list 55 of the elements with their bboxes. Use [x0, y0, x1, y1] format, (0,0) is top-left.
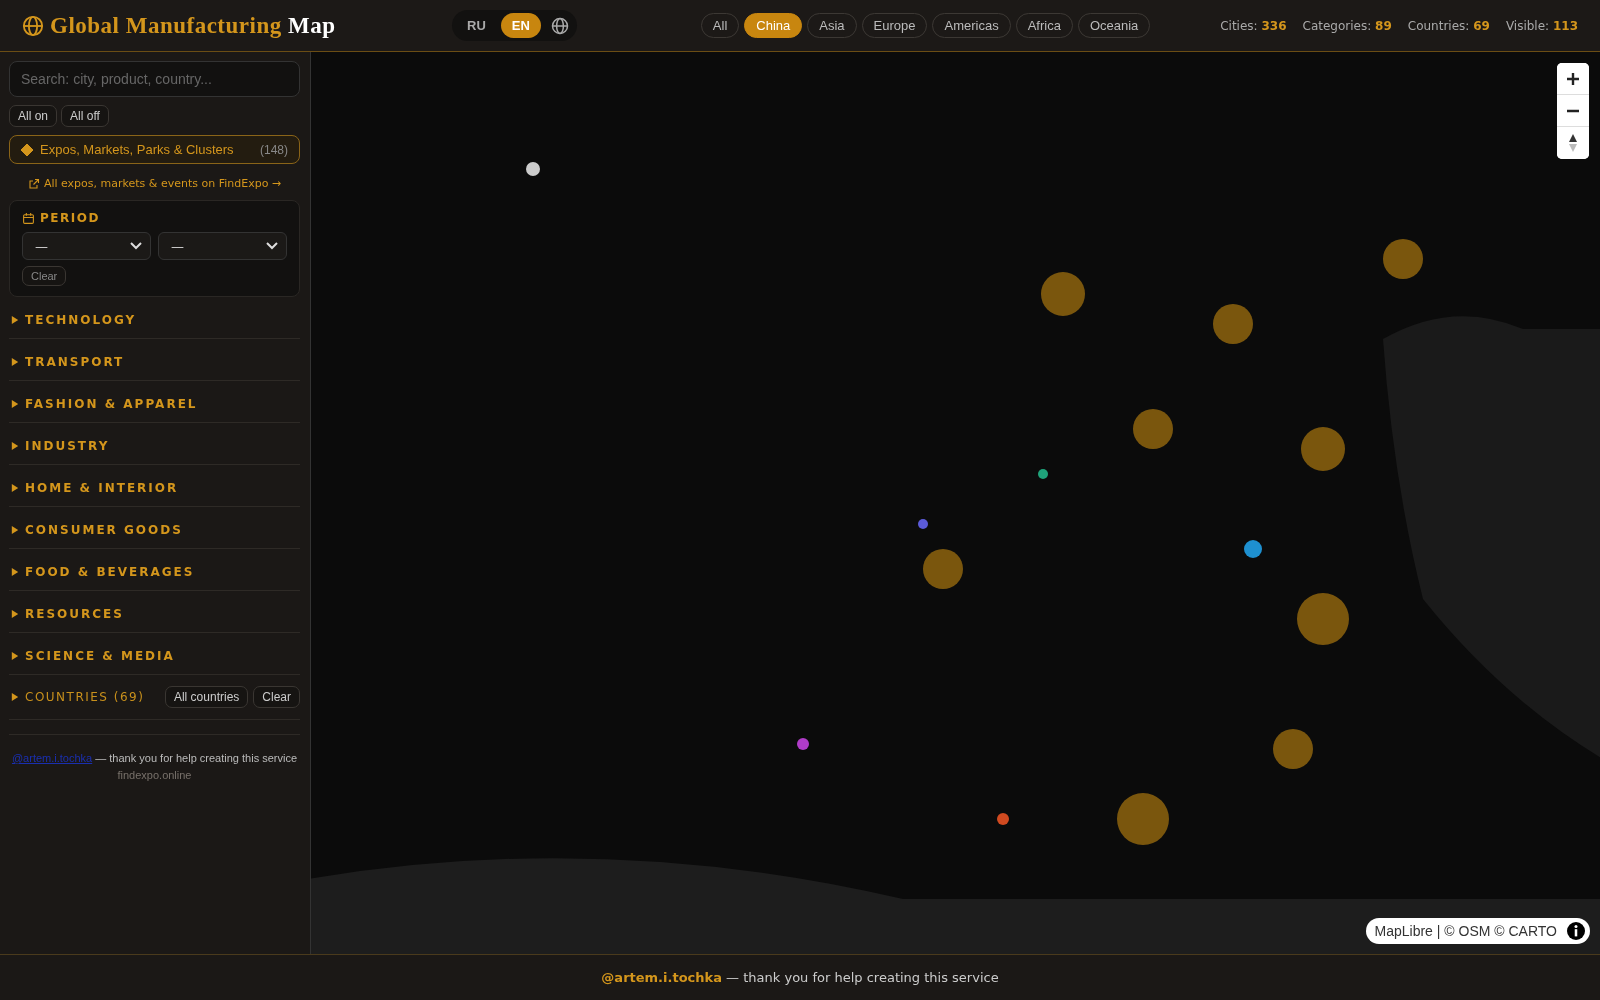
category-header[interactable]: TRANSPORT — [9, 339, 300, 381]
clear-button[interactable]: Clear — [22, 266, 67, 286]
zoom-in-button[interactable] — [1557, 63, 1589, 95]
caret-icon — [11, 525, 19, 534]
calendar-icon — [22, 211, 35, 225]
countries-button[interactable]: Clear — [253, 686, 300, 708]
caret-icon — [11, 399, 19, 408]
compass-icon — [1568, 133, 1578, 153]
countries-button[interactable]: All countries — [164, 686, 249, 708]
caret-icon — [11, 651, 19, 660]
layer-label: Expos, Markets, Parks & Clusters — [40, 142, 234, 157]
layer-toggle[interactable]: Expos, Markets, Parks & Clusters (148) — [9, 135, 300, 164]
author-link[interactable]: @artem.i.tochka — [601, 970, 722, 985]
caret-icon — [11, 315, 19, 324]
category-header[interactable]: FASHION & APPAREL — [9, 381, 300, 423]
layer-count: (148) — [260, 142, 288, 157]
site-text: findexpo.online — [116, 769, 193, 781]
search-field[interactable]: Search: city, product, country... — [9, 61, 300, 97]
period-select[interactable]: — — [158, 232, 287, 260]
countries-header[interactable]: COUNTRIES (69) — [9, 690, 145, 704]
language-button[interactable]: RU — [456, 13, 497, 38]
category-header[interactable]: RESOURCES — [9, 591, 300, 633]
stat-text: Cities: 336 — [1220, 18, 1287, 33]
chevron-icon — [130, 242, 142, 250]
toggle-button[interactable]: All off — [61, 105, 109, 127]
category-header[interactable]: SCIENCE & MEDIA — [9, 633, 300, 675]
period-title: PERIOD — [40, 211, 100, 225]
external-link-icon — [27, 177, 40, 190]
caret-icon — [11, 693, 19, 701]
diamond-icon — [21, 143, 33, 156]
globe-icon — [22, 14, 44, 37]
globe-icon[interactable] — [550, 16, 569, 35]
caret-icon — [11, 609, 19, 618]
zoom-in-icon — [1566, 71, 1580, 86]
caret-icon — [11, 357, 19, 366]
toggle-button[interactable]: All on — [9, 105, 58, 127]
app-title: Global Manufacturing Map — [50, 12, 336, 39]
stat-text: Categories: 89 — [1302, 18, 1392, 33]
caret-icon — [11, 483, 19, 492]
caret-icon — [11, 567, 19, 576]
category-header[interactable]: FOOD & BEVERAGES — [9, 549, 300, 591]
info-icon[interactable] — [1567, 922, 1585, 940]
findexpo-link[interactable]: All expos, markets & events on FindExpo → — [43, 177, 282, 190]
category-header[interactable]: HOME & INTERIOR — [9, 465, 300, 507]
category-header[interactable]: TECHNOLOGY — [9, 297, 300, 339]
credit-text: @artem.i.tochka — thank you for help creating this service — [11, 751, 298, 765]
category-header[interactable]: CONSUMER GOODS — [9, 507, 300, 549]
stat-text: Visible: 113 — [1505, 18, 1578, 33]
period-select[interactable]: — — [22, 232, 151, 260]
stat-text: Countries: 69 — [1407, 18, 1490, 33]
category-header[interactable]: INDUSTRY — [9, 423, 300, 465]
attribution-text: MapLibre | © OSM © CARTO — [1374, 923, 1557, 939]
chevron-icon — [266, 242, 278, 250]
caret-icon — [11, 441, 19, 450]
footer-credit: @artem.i.tochka — thank you for help creating this service — [601, 970, 999, 985]
